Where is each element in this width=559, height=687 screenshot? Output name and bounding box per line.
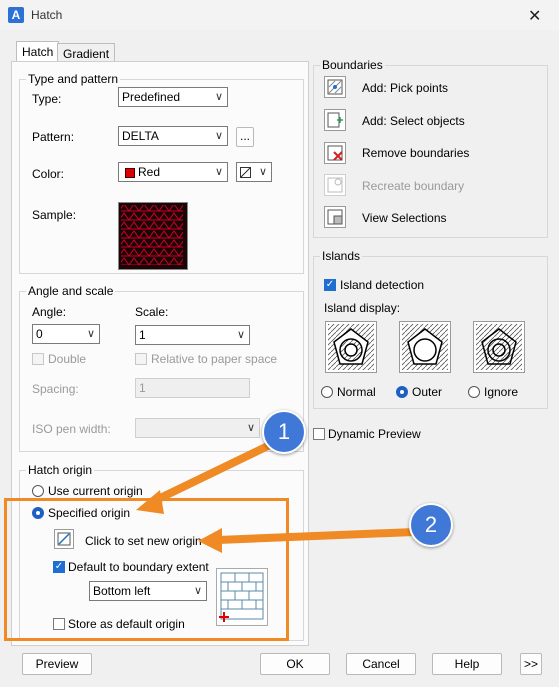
cancel-button[interactable]: Cancel	[346, 653, 416, 675]
callout-1: 1	[262, 410, 306, 454]
more-options-button[interactable]: >>	[520, 653, 542, 675]
arrow-2-head	[198, 528, 222, 553]
annotation-arrows	[136, 440, 415, 553]
arrow-2-line	[217, 528, 415, 544]
arrow-1-head	[136, 490, 164, 514]
arrow-1-line	[150, 440, 274, 506]
callout-2: 2	[409, 503, 453, 547]
help-button[interactable]: Help	[432, 653, 502, 675]
ok-button[interactable]: OK	[260, 653, 330, 675]
preview-button[interactable]: Preview	[22, 653, 92, 675]
